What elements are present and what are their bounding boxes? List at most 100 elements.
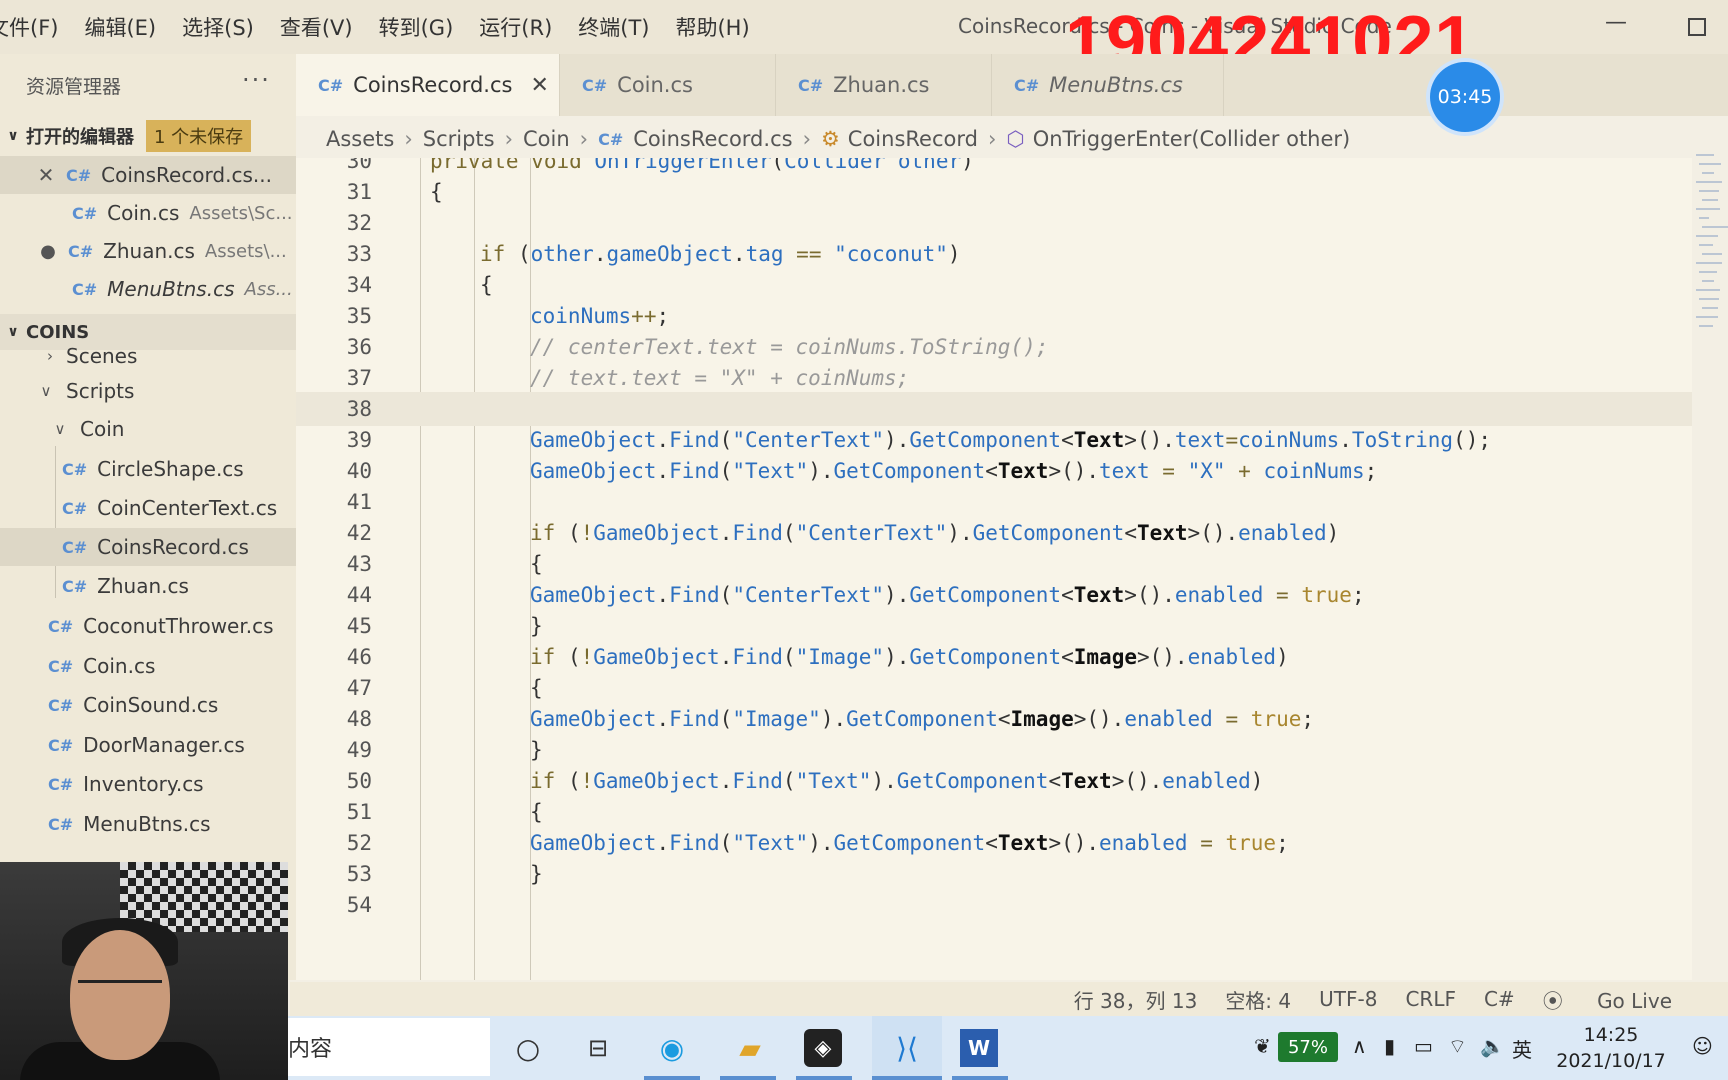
code-line[interactable]: 34 { xyxy=(296,268,1692,302)
open-editor-item[interactable]: ● C# Zhuan.cs Assets\... xyxy=(0,232,296,270)
menu-selection[interactable]: 选择(S) xyxy=(182,12,254,42)
open-editor-item[interactable]: C# Coin.cs Assets\Sc... xyxy=(0,194,296,232)
code-line[interactable]: 42 if (!GameObject.Find("CenterText").Get… xyxy=(296,516,1692,550)
tree-file[interactable]: C# CoconutThrower.cs xyxy=(0,607,296,645)
code-line[interactable]: 36 // centerText.text = coinNums.ToString… xyxy=(296,330,1692,364)
code-line[interactable]: 31 { xyxy=(296,175,1692,209)
edge-icon[interactable]: ◉ xyxy=(650,1026,694,1070)
power-icon[interactable]: ▭ xyxy=(1414,1034,1433,1058)
tab-coinsrecord[interactable]: C# CoinsRecord.cs ✕ xyxy=(296,54,560,116)
code-line[interactable]: 40 GameObject.Find("Text").GetComponent<T… xyxy=(296,454,1692,488)
code-line[interactable]: 54 xyxy=(296,888,1692,922)
code-line[interactable]: 46 if (!GameObject.Find("Image").GetCompo… xyxy=(296,640,1692,674)
code-line[interactable]: 44 GameObject.Find("CenterText").GetCompo… xyxy=(296,578,1692,612)
breadcrumb-item[interactable]: Assets xyxy=(326,127,394,151)
microphone-icon[interactable]: ▮ xyxy=(1384,1034,1395,1058)
tree-file[interactable]: C# CoinSound.cs xyxy=(0,686,296,724)
menu-bar: 文件(F) 编辑(E) 选择(S) 查看(V) 转到(G) 运行(R) 终端(T… xyxy=(0,0,776,54)
open-editor-item[interactable]: C# MenuBtns.cs Ass... xyxy=(0,270,296,308)
code-text: if (!GameObject.Find("CenterText").GetCo… xyxy=(530,521,1340,545)
tree-folder-scripts[interactable]: ∨ Scripts xyxy=(0,372,296,410)
breadcrumb-item[interactable]: CoinsRecord xyxy=(848,127,978,151)
volume-icon[interactable]: 🔈 xyxy=(1480,1034,1505,1058)
language-mode[interactable]: C# xyxy=(1484,987,1515,1011)
unity-icon[interactable]: ◈ xyxy=(804,1029,842,1067)
code-text: // centerText.text = coinNums.ToString()… xyxy=(530,335,1049,359)
code-line[interactable]: 37 // text.text = "X" + coinNums; xyxy=(296,361,1692,395)
tree-file[interactable]: C# Inventory.cs xyxy=(0,765,296,803)
code-line[interactable]: 43 { xyxy=(296,547,1692,581)
tab-coin[interactable]: C# Coin.cs xyxy=(560,54,776,116)
file-explorer-icon[interactable]: ▰ xyxy=(728,1026,772,1070)
minimize-icon[interactable]: — xyxy=(1605,10,1627,35)
open-editors-section[interactable]: ∨ 打开的编辑器 1 个未保存 xyxy=(0,118,296,154)
word-icon[interactable]: W xyxy=(960,1029,998,1067)
cursor-position[interactable]: 行 38，列 13 xyxy=(1074,985,1198,1014)
indent-setting[interactable]: 空格: 4 xyxy=(1225,985,1291,1014)
tab-menubtns[interactable]: C# MenuBtns.cs xyxy=(992,54,1224,116)
menu-file[interactable]: 文件(F) xyxy=(0,12,58,42)
tab-zhuan[interactable]: C# Zhuan.cs xyxy=(776,54,992,116)
tree-file[interactable]: C# Zhuan.cs xyxy=(0,567,296,605)
tree-file[interactable]: C# Coin.cs xyxy=(0,647,296,685)
code-line[interactable]: 47 { xyxy=(296,671,1692,705)
cortana-icon[interactable]: ○ xyxy=(506,1026,550,1070)
code-text: GameObject.Find("Text").GetComponent<Tex… xyxy=(530,831,1289,855)
more-actions-icon[interactable]: ··· xyxy=(242,66,271,94)
open-editor-item[interactable]: ✕ C# CoinsRecord.cs... xyxy=(0,156,296,194)
minimap-line xyxy=(1696,208,1720,210)
code-line[interactable]: 49} xyxy=(296,733,1692,767)
code-line[interactable]: 33 if (other.gameObject.tag == "coconut") xyxy=(296,237,1692,271)
notification-icon[interactable]: ☺ xyxy=(1692,1034,1713,1058)
file-label: MenuBtns.cs xyxy=(83,812,211,836)
menu-terminal[interactable]: 终端(T) xyxy=(578,12,649,42)
minimap[interactable] xyxy=(1692,154,1728,514)
go-live-button[interactable]: ⦿ Go Live xyxy=(1543,985,1700,1014)
taskbar-search[interactable]: 内容 xyxy=(288,1018,490,1076)
code-line[interactable]: 48 GameObject.Find("Image").GetComponent<… xyxy=(296,702,1692,736)
close-icon[interactable]: ✕ xyxy=(530,73,548,98)
tree-folder-coin[interactable]: ∨ Coin xyxy=(0,410,296,448)
code-line[interactable]: 45} xyxy=(296,609,1692,643)
code-line[interactable]: 32 xyxy=(296,206,1692,240)
code-line[interactable]: 53} xyxy=(296,857,1692,891)
code-line[interactable]: 51 { xyxy=(296,795,1692,829)
code-editor[interactable]: 30 private void OnTriggerEnter(Collider o… xyxy=(296,158,1692,980)
breadcrumb-item[interactable]: Coin xyxy=(523,127,570,151)
battery-indicator[interactable]: 57% xyxy=(1278,1032,1338,1062)
leaf-icon[interactable]: ❦ xyxy=(1254,1034,1271,1058)
chevron-up-icon[interactable]: ∧ xyxy=(1352,1034,1367,1058)
menu-view[interactable]: 查看(V) xyxy=(280,12,353,42)
line-ending[interactable]: CRLF xyxy=(1405,987,1456,1011)
tree-file[interactable]: C# CoinCenterText.cs xyxy=(0,489,296,527)
close-icon[interactable]: ✕ xyxy=(26,163,66,187)
code-line[interactable]: 38 xyxy=(296,392,1692,426)
menu-run[interactable]: 运行(R) xyxy=(479,12,552,42)
task-view-icon[interactable]: ⊟ xyxy=(576,1026,620,1070)
clock[interactable]: 14:25 2021/10/17 xyxy=(1536,1022,1686,1074)
code-line[interactable]: 41 xyxy=(296,485,1692,519)
tree-file[interactable]: C# CircleShape.cs xyxy=(0,450,296,488)
tree-file[interactable]: C# MenuBtns.cs xyxy=(0,805,296,843)
maximize-icon[interactable] xyxy=(1688,18,1706,36)
code-line[interactable]: 52 GameObject.Find("Text").GetComponent<T… xyxy=(296,826,1692,860)
menu-go[interactable]: 转到(G) xyxy=(379,12,454,42)
code-line[interactable]: 50 if (!GameObject.Find("Text").GetCompon… xyxy=(296,764,1692,798)
breadcrumb-item[interactable]: CoinsRecord.cs xyxy=(633,127,792,151)
tree-file[interactable]: C# DoorManager.cs xyxy=(0,726,296,764)
code-line[interactable]: 39 GameObject.Find("CenterText").GetCompo… xyxy=(296,423,1692,457)
menu-help[interactable]: 帮助(H) xyxy=(675,12,749,42)
menu-edit[interactable]: 编辑(E) xyxy=(84,12,156,42)
encoding[interactable]: UTF-8 xyxy=(1319,987,1377,1011)
file-label: Inventory.cs xyxy=(83,772,204,796)
wifi-icon[interactable]: ⌔ xyxy=(1448,1034,1467,1059)
code-line[interactable]: 35 coinNums++; xyxy=(296,299,1692,333)
tree-file[interactable]: C# CoinsRecord.cs xyxy=(0,528,296,566)
vscode-icon[interactable]: ⟩⟨ xyxy=(872,1016,942,1080)
breadcrumb-item[interactable]: Scripts xyxy=(423,127,495,151)
ime-indicator[interactable]: 英 xyxy=(1512,1034,1532,1063)
code-text: } xyxy=(530,862,543,886)
tree-folder-scenes[interactable]: › Scenes xyxy=(0,344,296,368)
breadcrumb-item[interactable]: OnTriggerEnter(Collider other) xyxy=(1033,127,1351,151)
folder-label: Scripts xyxy=(66,379,135,403)
